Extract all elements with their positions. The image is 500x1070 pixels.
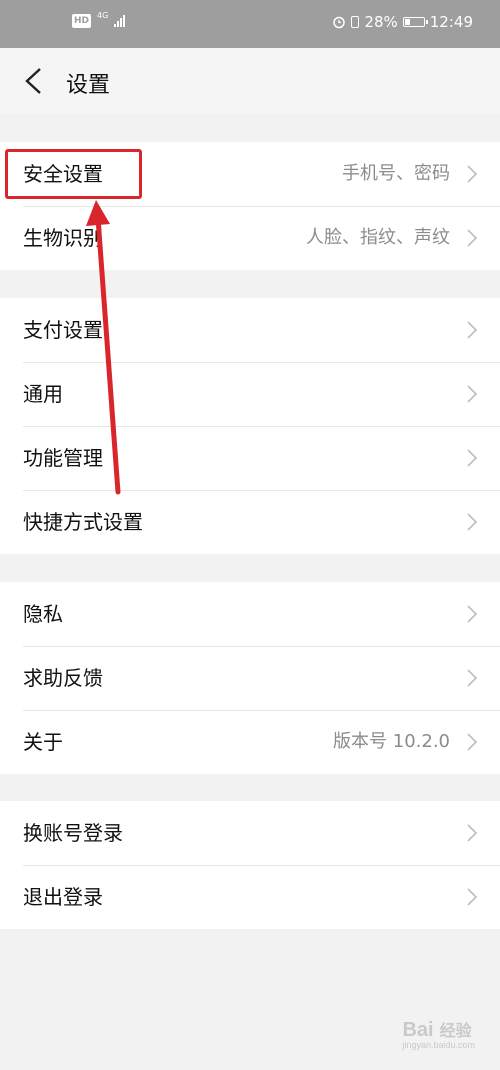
chevron-right-icon: [467, 824, 478, 842]
settings-group-about: 隐私 求助反馈 关于 版本号 10.2.0: [0, 582, 500, 774]
watermark-sub: jingyan.baidu.com: [402, 1040, 475, 1050]
settings-item-general[interactable]: 通用: [0, 362, 500, 426]
chevron-right-icon: [467, 165, 478, 183]
watermark-text: Bai: [402, 1019, 434, 1041]
settings-item-shortcuts[interactable]: 快捷方式设置: [0, 490, 500, 554]
settings-item-label: 快捷方式设置: [23, 510, 143, 534]
chevron-right-icon: [467, 385, 478, 403]
status-left: HD 4G: [72, 11, 126, 28]
settings-item-label: 通用: [23, 382, 63, 406]
settings-group-account: 换账号登录 退出登录: [0, 801, 500, 929]
settings-item-label: 生物识别: [23, 226, 103, 250]
vibrate-icon: [351, 16, 360, 28]
settings-item-value: 人脸、指纹、声纹: [306, 227, 450, 248]
network-type: 4G: [97, 11, 109, 20]
chevron-right-icon: [467, 229, 478, 247]
chevron-left-icon[interactable]: [20, 66, 50, 96]
settings-item-privacy[interactable]: 隐私: [0, 582, 500, 646]
battery-icon: [402, 17, 428, 27]
alarm-clock-icon: [333, 16, 346, 29]
settings-group-general: 支付设置 通用 功能管理 快捷方式设置: [0, 298, 500, 554]
chevron-right-icon: [467, 321, 478, 339]
settings-item-help-feedback[interactable]: 求助反馈: [0, 646, 500, 710]
settings-item-about[interactable]: 关于 版本号 10.2.0: [0, 710, 500, 774]
chevron-right-icon: [467, 888, 478, 906]
settings-item-label: 功能管理: [23, 446, 103, 470]
settings-item-label: 求助反馈: [23, 666, 103, 690]
battery-percent: 28%: [364, 13, 398, 31]
settings-item-label: 隐私: [23, 602, 63, 626]
status-bar: HD 4G 28% 12:49: [0, 0, 500, 48]
page-title: 设置: [66, 73, 111, 98]
nav-header: 设置: [0, 48, 500, 114]
settings-item-payment[interactable]: 支付设置: [0, 298, 500, 362]
watermark-text-2: 经验: [439, 1023, 472, 1040]
hd-badge: HD: [72, 14, 92, 28]
settings-item-label: 支付设置: [23, 318, 103, 342]
chevron-right-icon: [467, 449, 478, 467]
annotation-highlight-box: [5, 149, 142, 199]
status-right: 28% 12:49: [332, 13, 473, 31]
settings-item-switch-account[interactable]: 换账号登录: [0, 801, 500, 865]
settings-item-value: 手机号、密码: [342, 163, 450, 184]
settings-item-label: 换账号登录: [23, 821, 123, 845]
chevron-right-icon: [467, 605, 478, 623]
version-value: 版本号 10.2.0: [333, 731, 450, 752]
chevron-right-icon: [467, 513, 478, 531]
settings-item-biometrics[interactable]: 生物识别 人脸、指纹、声纹: [0, 206, 500, 270]
chevron-right-icon: [467, 669, 478, 687]
chevron-right-icon: [467, 733, 478, 751]
settings-item-label: 退出登录: [23, 885, 103, 909]
clock-time: 12:49: [429, 13, 473, 31]
settings-item-logout[interactable]: 退出登录: [0, 865, 500, 929]
settings-item-feature-management[interactable]: 功能管理: [0, 426, 500, 490]
watermark-logo: Bai 经验 jingyan.baidu.com: [402, 1017, 475, 1050]
settings-item-label: 关于: [23, 730, 63, 754]
signal-icon: [114, 15, 126, 27]
